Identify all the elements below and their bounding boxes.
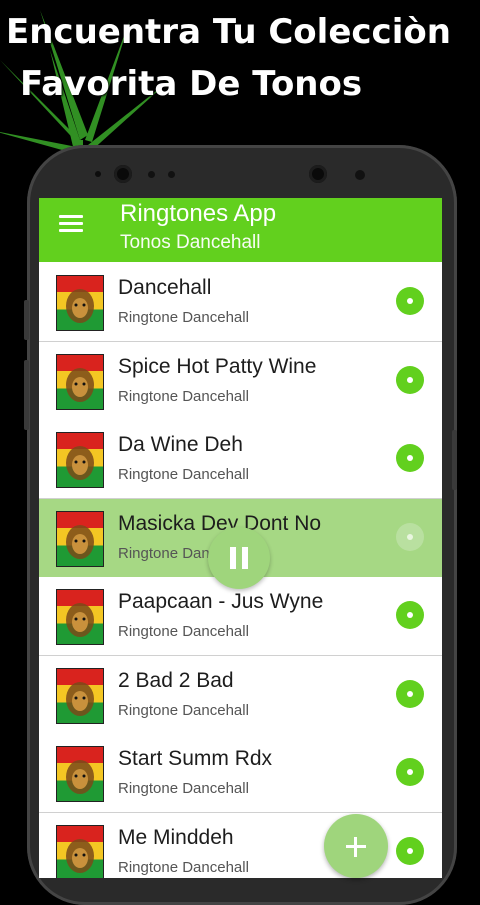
ringtone-title: Me Minddeh — [118, 825, 234, 849]
play-icon[interactable] — [396, 444, 424, 472]
ringtone-subtitle: Ringtone Dancehall — [118, 623, 249, 640]
list-item[interactable]: Da Wine Deh Ringtone Dancehall — [39, 420, 442, 499]
phone-top-bezel — [40, 150, 440, 200]
front-camera-icon — [309, 165, 327, 183]
lion-rasta-thumbnail — [56, 432, 104, 488]
play-icon[interactable] — [396, 836, 424, 865]
sensor-dot-icon — [95, 171, 101, 177]
sensor-dot-icon — [148, 171, 155, 178]
sensor-dot-icon — [355, 170, 365, 180]
ringtone-subtitle: Ringtone Dancehall — [118, 780, 249, 797]
play-icon[interactable] — [396, 522, 424, 551]
ringtone-title: Spice Hot Patty Wine — [118, 354, 317, 378]
promo-heading: Encuentra Tu Colecciòn Favorita De Tonos — [0, 6, 480, 110]
pause-icon-bar — [242, 547, 248, 569]
app-bar: Ringtones App Tonos Dancehall — [39, 198, 442, 262]
play-icon[interactable] — [396, 365, 424, 394]
phone-side-button — [24, 300, 29, 340]
play-icon[interactable] — [396, 679, 424, 708]
list-item[interactable]: Start Summ Rdx Ringtone Dancehall — [39, 734, 442, 813]
lion-rasta-thumbnail — [56, 589, 104, 645]
sensor-dot-icon — [168, 171, 175, 178]
list-item[interactable]: Dancehall Ringtone Dancehall — [39, 263, 442, 342]
ringtone-title: 2 Bad 2 Bad — [118, 668, 234, 692]
play-icon[interactable] — [396, 601, 424, 629]
ringtone-title: Paapcaan - Jus Wyne — [118, 590, 324, 613]
lion-rasta-thumbnail — [56, 353, 104, 410]
ringtone-title: Start Summ Rdx — [118, 747, 273, 770]
pause-icon — [230, 547, 236, 569]
ringtone-subtitle: Ringtone Dancehall — [118, 858, 249, 876]
front-camera-icon — [114, 165, 132, 183]
list-item[interactable]: Spice Hot Patty Wine Ringtone Dancehall — [39, 341, 442, 421]
promo-line-1: Encuentra Tu Colecciòn — [6, 12, 451, 52]
list-item[interactable]: 2 Bad 2 Bad Ringtone Dancehall — [39, 655, 442, 735]
lion-rasta-thumbnail — [56, 667, 104, 724]
ringtone-title: Dancehall — [118, 276, 212, 299]
app-title: Ringtones App — [120, 200, 277, 227]
app-subtitle: Tonos Dancehall — [120, 232, 261, 253]
lion-rasta-thumbnail — [56, 510, 104, 567]
add-fab-button[interactable] — [324, 814, 388, 878]
phone-side-button — [24, 360, 29, 430]
pause-button[interactable] — [208, 527, 270, 589]
play-icon[interactable] — [396, 287, 424, 315]
phone-side-button — [452, 430, 457, 490]
ringtone-subtitle: Ringtone Dancehall — [118, 309, 249, 326]
ringtone-subtitle: Ringtone Dancehall — [118, 701, 249, 719]
ringtone-subtitle: Ringtone Dancehall — [118, 387, 249, 405]
play-icon[interactable] — [396, 758, 424, 786]
lion-rasta-thumbnail — [56, 824, 104, 878]
ringtone-title: Da Wine Deh — [118, 433, 243, 456]
promo-line-2: Favorita De Tonos — [20, 64, 363, 104]
ringtone-subtitle: Ringtone Dancehall — [118, 466, 249, 483]
lion-rasta-thumbnail — [56, 275, 104, 331]
lion-rasta-thumbnail — [56, 746, 104, 802]
hamburger-menu-icon[interactable] — [59, 212, 83, 234]
